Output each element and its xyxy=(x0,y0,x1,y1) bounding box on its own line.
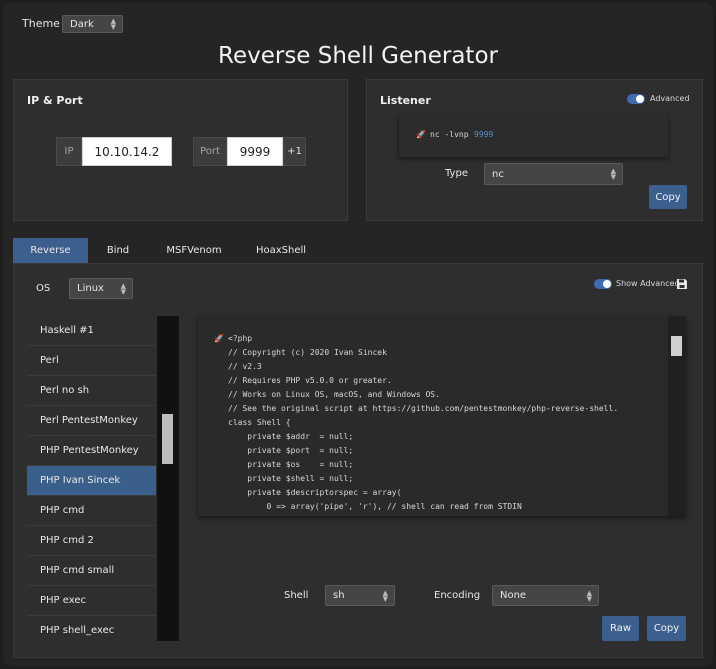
listener-panel: Listener Advanced 🚀 nc -lvnp 9999 Type n… xyxy=(366,79,703,221)
select-arrows-icon: ▲ ▼ xyxy=(382,588,388,603)
list-item[interactable]: Perl no sh xyxy=(27,376,156,406)
code-line: // v2.3 xyxy=(228,362,262,371)
code-line: 0 => array('pipe', 'r'), // shell can re… xyxy=(228,502,522,511)
listener-title: Listener xyxy=(380,94,431,107)
list-item[interactable]: PHP PentestMonkey xyxy=(27,436,156,466)
port-addon: Port xyxy=(193,137,227,166)
ip-port-panel: IP & Port IP 10.10.14.2 Port 9999 +1 xyxy=(13,79,348,221)
save-icon[interactable] xyxy=(676,278,688,290)
port-input[interactable]: 9999 xyxy=(227,137,283,166)
page-title: Reverse Shell Generator xyxy=(218,43,498,69)
code-scrollbar-thumb[interactable] xyxy=(671,336,682,356)
rocket-icon: 🚀 xyxy=(214,334,224,343)
list-item[interactable]: PHP cmd 2 xyxy=(27,526,156,556)
list-item[interactable]: Perl xyxy=(27,346,156,376)
tab-bind[interactable]: Bind xyxy=(88,238,148,263)
code-line: private $os = null; xyxy=(228,460,354,469)
code-line: // Copyright (c) 2020 Ivan Sincek xyxy=(228,348,387,357)
select-arrows-icon: ▲ ▼ xyxy=(610,167,616,181)
select-arrows-icon: ▲ ▼ xyxy=(110,17,116,31)
shell-label: Shell xyxy=(284,590,309,601)
tab-msfvenom[interactable]: MSFVenom xyxy=(155,238,233,263)
code-line: private $descriptorspec = array( xyxy=(228,488,402,497)
tab-reverse[interactable]: Reverse xyxy=(13,238,88,263)
os-select[interactable]: Linux ▲ ▼ xyxy=(69,278,133,299)
encoding-select[interactable]: None ▲ ▼ xyxy=(492,585,599,606)
code-line: class Shell { xyxy=(228,418,291,427)
code-block: <?php // Copyright (c) 2020 Ivan Sincek … xyxy=(228,332,618,514)
select-arrows-icon: ▲ ▼ xyxy=(586,588,592,603)
advanced-label: Advanced xyxy=(650,94,690,103)
code-line: // Works on Linux OS, macOS, and Windows… xyxy=(228,390,440,399)
code-line: // Requires PHP v5.0.0 or greater. xyxy=(228,376,392,385)
listener-type-value: nc xyxy=(492,168,504,180)
os-label: OS xyxy=(36,283,51,294)
theme-label: Theme xyxy=(22,17,60,30)
rocket-icon: 🚀 xyxy=(416,130,426,139)
list-item-selected[interactable]: PHP Ivan Sincek xyxy=(27,466,156,496)
listener-copy-button[interactable]: Copy xyxy=(649,185,687,209)
shell-panel: OS Linux ▲ ▼ Show Advanced Haskell #1 Per… xyxy=(13,263,703,658)
code-line: private $port = null; xyxy=(228,446,354,455)
code-scrollbar[interactable] xyxy=(668,316,686,516)
raw-button[interactable]: Raw xyxy=(602,616,639,641)
encoding-select-value: None xyxy=(500,590,527,601)
ip-addon: IP xyxy=(56,137,82,166)
shell-select[interactable]: sh ▲ ▼ xyxy=(325,585,395,606)
listener-command: nc -lvnp xyxy=(430,130,469,139)
listener-command-port: 9999 xyxy=(474,130,494,139)
show-advanced-toggle[interactable] xyxy=(594,279,612,289)
code-box[interactable]: 🚀 <?php // Copyright (c) 2020 Ivan Since… xyxy=(198,316,686,516)
shell-list-scrollbar[interactable] xyxy=(157,316,179,641)
code-line: <?php xyxy=(228,334,253,343)
theme-select[interactable]: Dark ▲ ▼ xyxy=(62,15,123,33)
ip-input[interactable]: 10.10.14.2 xyxy=(82,137,172,166)
tab-hoaxshell[interactable]: HoaxShell xyxy=(243,238,319,263)
copy-button[interactable]: Copy xyxy=(647,616,686,641)
type-label: Type xyxy=(445,168,468,179)
list-item[interactable]: PHP exec xyxy=(27,586,156,616)
list-item[interactable]: PHP shell_exec xyxy=(27,616,156,641)
ip-port-title: IP & Port xyxy=(27,94,83,107)
list-item[interactable]: PHP cmd small xyxy=(27,556,156,586)
list-item[interactable]: Haskell #1 xyxy=(27,316,156,346)
code-line: private $addr = null; xyxy=(228,432,354,441)
theme-select-value: Dark xyxy=(70,18,94,30)
shell-list[interactable]: Haskell #1 Perl Perl no sh Perl PentestM… xyxy=(27,316,157,641)
listener-command-box[interactable]: 🚀 nc -lvnp 9999 xyxy=(399,114,668,157)
advanced-toggle[interactable] xyxy=(627,94,645,104)
encoding-label: Encoding xyxy=(434,590,481,601)
scrollbar-thumb[interactable] xyxy=(162,414,173,464)
shell-select-value: sh xyxy=(333,590,345,601)
listener-type-select[interactable]: nc ▲ ▼ xyxy=(484,163,623,185)
os-select-value: Linux xyxy=(77,283,104,294)
code-line: // See the original script at https://gi… xyxy=(228,404,619,413)
list-item[interactable]: PHP cmd xyxy=(27,496,156,526)
list-item[interactable]: Perl PentestMonkey xyxy=(27,406,156,436)
show-advanced-label: Show Advanced xyxy=(616,279,680,288)
select-arrows-icon: ▲ ▼ xyxy=(120,281,126,296)
code-line: private $shell = null; xyxy=(228,474,354,483)
port-increment-button[interactable]: +1 xyxy=(283,137,306,166)
